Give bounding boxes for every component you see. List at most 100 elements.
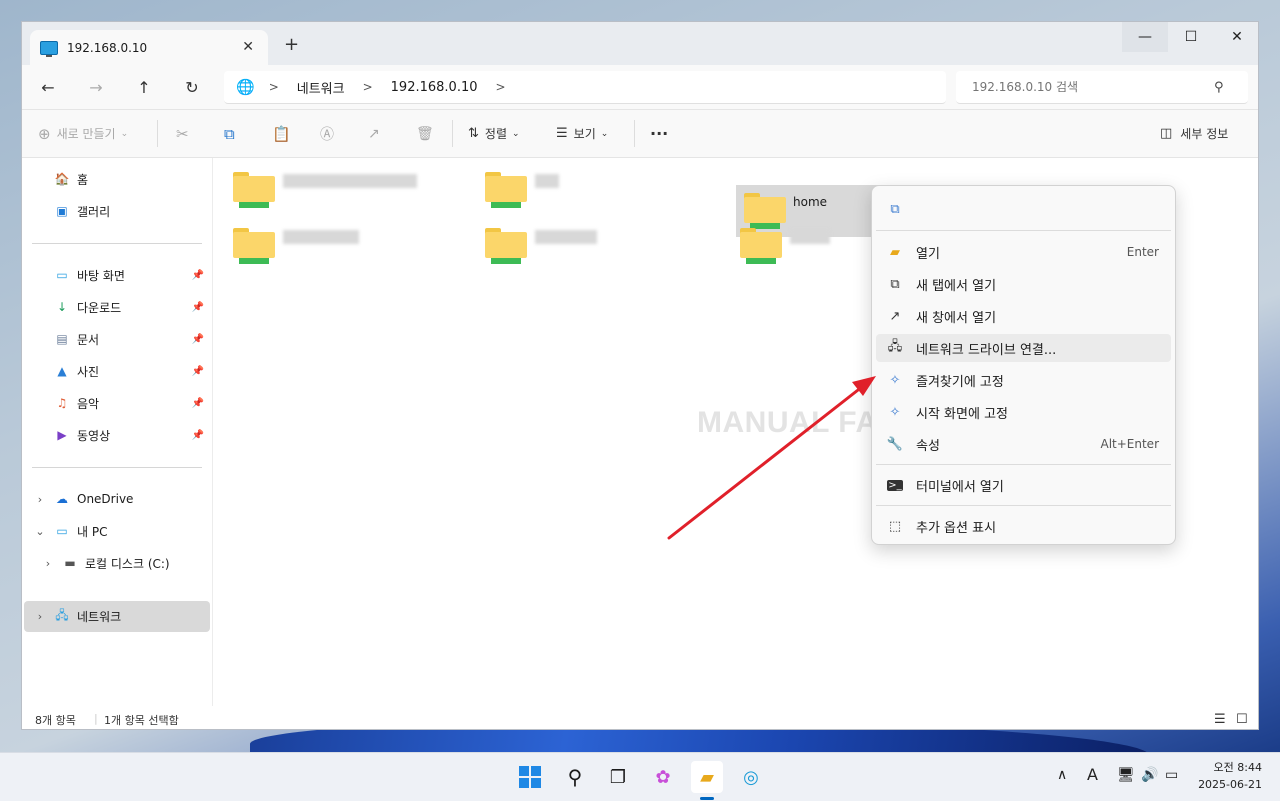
show-hidden-icons[interactable]: ∧: [1057, 767, 1067, 783]
breadcrumb-network[interactable]: 네트워크: [297, 78, 345, 97]
edge-button[interactable]: ◎: [735, 761, 767, 793]
tab-close-icon[interactable]: ✕: [242, 39, 254, 55]
pin-icon[interactable]: 📌: [192, 366, 204, 377]
refresh-button[interactable]: ↻: [180, 75, 204, 99]
menu-item-label: 새 창에서 열기: [916, 310, 997, 326]
volume-icon[interactable]: 🔊: [1141, 767, 1158, 783]
forward-button[interactable]: →: [84, 75, 108, 99]
sidebar-item-this-pc[interactable]: ⌄ ▭ 내 PC: [32, 516, 220, 546]
sidebar-item-pictures[interactable]: ▲ 사진 📌: [54, 356, 210, 386]
sidebar-item-documents[interactable]: ▤ 문서 📌: [54, 324, 210, 354]
chevron-right-icon[interactable]: ›: [32, 491, 48, 507]
sidebar-item-label: 문서: [77, 332, 100, 347]
pin-icon[interactable]: 📌: [192, 398, 204, 409]
pictures-icon: ▲: [57, 364, 67, 378]
close-window-button[interactable]: ✕: [1214, 22, 1258, 52]
menu-item-open[interactable]: ▰ 열기 Enter: [876, 238, 1171, 266]
gallery-icon: ▣: [56, 204, 68, 218]
copy-button[interactable]: ⧉: [224, 110, 235, 157]
menu-item-show-more-options[interactable]: ⬚ 추가 옵션 표시: [876, 512, 1171, 540]
sidebar-item-label: 사진: [77, 364, 100, 379]
sidebar-divider: [32, 243, 202, 244]
rename-button[interactable]: Ⓐ: [320, 110, 334, 157]
shared-folder-icon: [740, 228, 782, 264]
view-button[interactable]: ☰ 보기 ⌄: [556, 110, 608, 157]
menu-item-map-network-drive[interactable]: 🖧 네트워크 드라이브 연결...: [876, 334, 1171, 362]
new-tab-button[interactable]: +: [284, 34, 299, 55]
new-button[interactable]: ⊕ 새로 만들기 ⌄: [38, 110, 128, 157]
delete-button[interactable]: 🗑: [416, 110, 434, 157]
battery-icon[interactable]: ▭: [1165, 767, 1178, 783]
start-button[interactable]: [514, 761, 546, 793]
folder-item[interactable]: [465, 164, 715, 216]
pin-icon[interactable]: 📌: [192, 302, 204, 313]
network-status-icon[interactable]: 🖥: [1117, 767, 1135, 783]
maximize-button[interactable]: ☐: [1168, 22, 1214, 52]
chevron-right-icon[interactable]: ›: [40, 555, 56, 571]
sidebar-item-onedrive[interactable]: › ☁ OneDrive: [32, 484, 220, 514]
ime-indicator[interactable]: A: [1087, 765, 1098, 784]
copilot-button[interactable]: ✿: [647, 761, 679, 793]
details-view-icon[interactable]: ☰: [1214, 712, 1226, 727]
folder-item[interactable]: [213, 220, 463, 272]
search-taskbar-button[interactable]: ⚲: [559, 761, 591, 793]
sidebar-item-label: 바탕 화면: [77, 268, 125, 283]
more-options-button[interactable]: ···: [650, 110, 668, 157]
folder-item[interactable]: [720, 220, 850, 272]
breadcrumb-host[interactable]: 192.168.0.10: [391, 80, 478, 95]
clock[interactable]: 오전 8:44 2025-06-21: [1198, 759, 1262, 793]
tiles-view-icon[interactable]: ☐: [1236, 712, 1248, 727]
minimize-button[interactable]: —: [1122, 22, 1168, 52]
pin-icon[interactable]: 📌: [192, 334, 204, 345]
network-icon: 🖧: [55, 608, 69, 622]
more-options-icon: ⬚: [888, 518, 902, 534]
sidebar-item-local-disk[interactable]: › ▬ 로컬 디스크 (C:): [40, 548, 228, 578]
menu-item-pin-quick-access[interactable]: ✧ 즐겨찾기에 고정: [876, 366, 1171, 394]
sidebar-item-network[interactable]: › 🖧 네트워크: [24, 601, 210, 632]
file-explorer-taskbar-button[interactable]: ▰: [691, 761, 723, 793]
chevron-right-icon[interactable]: >: [269, 80, 279, 94]
sidebar-item-downloads[interactable]: ↓ 다운로드 📌: [54, 292, 210, 322]
task-view-button[interactable]: ❐: [602, 761, 634, 793]
up-button[interactable]: ↑: [132, 75, 156, 99]
sidebar-item-music[interactable]: ♫ 음악 📌: [54, 388, 210, 418]
details-pane-button[interactable]: ◫ 세부 정보: [1160, 110, 1228, 157]
shared-folder-icon: [233, 228, 275, 264]
search-icon: ⚲: [567, 765, 583, 789]
chevron-right-icon[interactable]: >: [496, 80, 506, 94]
folder-item[interactable]: [465, 220, 715, 272]
pin-icon[interactable]: 📌: [192, 430, 204, 441]
item-count: 8개 항목: [35, 714, 76, 727]
sidebar-item-videos[interactable]: ▶ 동영상 📌: [54, 420, 210, 450]
chevron-right-icon[interactable]: >: [363, 80, 373, 94]
menu-item-label: 시작 화면에 고정: [916, 406, 1008, 422]
music-icon: ♫: [56, 396, 68, 410]
menu-item-open-new-window[interactable]: ↗ 새 창에서 열기: [876, 302, 1171, 330]
back-button[interactable]: ←: [36, 75, 60, 99]
sort-button[interactable]: ⇅ 정렬 ⌄: [468, 110, 520, 157]
menu-item-pin-start[interactable]: ✧ 시작 화면에 고정: [876, 398, 1171, 426]
search-box[interactable]: ⚲: [956, 71, 1248, 104]
address-bar[interactable]: 🌐 > 네트워크 > 192.168.0.10 >: [224, 71, 946, 104]
menu-item-open-terminal[interactable]: >_ 터미널에서 열기: [876, 471, 1171, 499]
pin-icon[interactable]: 📌: [192, 270, 204, 281]
network-globe-icon: 🌐: [236, 78, 255, 96]
shared-folder-icon: [233, 172, 275, 208]
share-button[interactable]: ↗: [368, 110, 380, 157]
chevron-right-icon[interactable]: ›: [32, 609, 48, 625]
sidebar-item-desktop[interactable]: ▭ 바탕 화면 📌: [54, 260, 210, 290]
chevron-down-icon[interactable]: ⌄: [32, 523, 48, 539]
search-input[interactable]: [970, 79, 1214, 95]
copy-action-button[interactable]: ⧉: [876, 194, 1171, 224]
view-list-icon: ☰: [556, 126, 568, 141]
menu-item-properties[interactable]: 🔧 속성 Alt+Enter: [876, 430, 1171, 458]
cut-button[interactable]: ✂: [176, 110, 189, 157]
tab-192-168-0-10[interactable]: 192.168.0.10 ✕: [30, 30, 268, 65]
folder-item[interactable]: [213, 164, 463, 216]
context-menu: ⧉ ▰ 열기 Enter ⧉ 새 탭에서 열기 ↗ 새 창에서 열기 🖧 네트워…: [871, 185, 1176, 545]
paste-button[interactable]: 📋: [272, 110, 291, 157]
menu-item-open-new-tab[interactable]: ⧉ 새 탭에서 열기: [876, 270, 1171, 298]
sidebar-item-label: 네트워크: [77, 610, 122, 624]
computer-icon: ▭: [56, 524, 68, 538]
share-icon: ↗: [368, 125, 380, 142]
